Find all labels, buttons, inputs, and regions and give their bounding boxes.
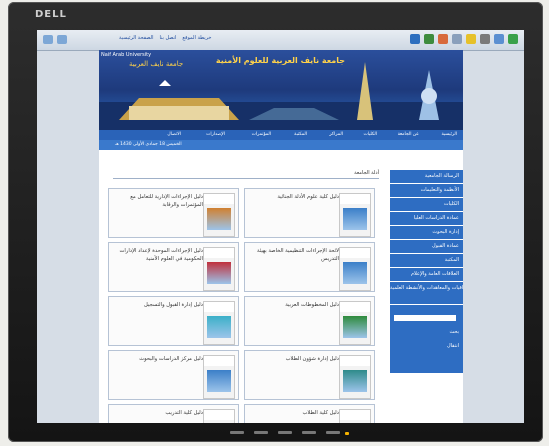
guide-card-title: دليل الإجراءات الإدارية للتعامل مع المؤت…: [130, 194, 203, 208]
refresh-icon[interactable]: [410, 34, 420, 44]
sidebar: الرسالة الجامعية الأنظمة والتعليمات الكل…: [390, 170, 463, 373]
settings-icon[interactable]: [480, 34, 490, 44]
browser-link[interactable]: الصفحة الرئيسية: [119, 35, 154, 41]
guide-card-title: دليل الإجراءات الموحدة لإعداد الإدارات ا…: [119, 248, 203, 262]
guide-card[interactable]: دليل إدارة القبول والتسجيل: [108, 296, 239, 346]
monitor-button[interactable]: [302, 431, 316, 434]
main-nav: الرئيسية عن الجامعة الكليات المراكز المك…: [99, 130, 463, 140]
web-page: Naif Arab University جامعة نايف العربية …: [99, 50, 463, 423]
guide-card-title: دليل إدارة شؤون الطلاب: [285, 356, 339, 362]
nav-item[interactable]: الكليات: [363, 132, 377, 137]
guide-card[interactable]: دليل كلية التدريب: [108, 404, 239, 423]
guide-cover-image: [339, 355, 371, 399]
guide-card[interactable]: لائحة الإجراءات التنظيمية الخاصة بهيئة ا…: [244, 242, 375, 292]
sidebar-search: بحث انتقال: [390, 305, 463, 373]
search-input[interactable]: [394, 315, 456, 321]
guide-cover-image: [203, 301, 235, 345]
monitor-button[interactable]: [278, 431, 292, 434]
nav-item[interactable]: الإصدارات: [206, 132, 225, 137]
guide-cover-image: [339, 301, 371, 345]
guide-cover-image: [203, 247, 235, 291]
section-heading: أدلة الجامعة: [113, 170, 379, 179]
guide-card-title: لائحة الإجراءات التنظيمية الخاصة بهيئة ا…: [256, 248, 339, 262]
guide-cover-image: [339, 247, 371, 291]
guide-cover-image: [339, 409, 371, 423]
forward-icon[interactable]: [57, 35, 67, 44]
site-title: جامعة نايف العربية للعلوم الأمنية: [215, 56, 345, 65]
section-title: أدلة الجامعة: [354, 170, 379, 176]
banner-subtitle: Naif Arab University: [101, 52, 152, 58]
date-text: الخميس 18 جمادى الأولى 1430 هـ: [115, 142, 182, 147]
sidebar-item[interactable]: الرسالة الجامعية: [390, 170, 463, 183]
monitor-button[interactable]: [230, 431, 244, 434]
sidebar-item[interactable]: عمادة الدراسات العليا: [390, 212, 463, 225]
power-led: [345, 432, 349, 435]
sidebar-item[interactable]: عمادة القبول: [390, 240, 463, 253]
globe-icon[interactable]: [494, 34, 504, 44]
browser-links: الصفحة الرئيسية اتصل بنا خريطة الموقع: [119, 35, 211, 41]
browser-link[interactable]: اتصل بنا: [160, 35, 177, 41]
guide-card[interactable]: دليل المخطوطات العربية: [244, 296, 375, 346]
toolbar-icons: [410, 34, 518, 44]
help-icon[interactable]: [508, 34, 518, 44]
monitor-buttons: [230, 431, 350, 435]
sidebar-item[interactable]: إدارة البحوث: [390, 226, 463, 239]
guide-card-title: دليل كلية الطلاب: [302, 410, 339, 416]
nav-item[interactable]: عن الجامعة: [398, 132, 419, 137]
guide-card[interactable]: دليل الإجراءات الإدارية للتعامل مع المؤت…: [108, 188, 239, 238]
guide-card-title: دليل إدارة القبول والتسجيل: [144, 302, 203, 308]
guide-card-title: دليل كلية التدريب: [165, 410, 203, 416]
guide-card[interactable]: دليل كلية علوم الأدلة الجنائية: [244, 188, 375, 238]
mail-icon[interactable]: [438, 34, 448, 44]
browser-link[interactable]: خريطة الموقع: [182, 35, 211, 41]
monitor-button[interactable]: [254, 431, 268, 434]
guide-card[interactable]: دليل إدارة شؤون الطلاب: [244, 350, 375, 400]
nav-item[interactable]: الاتصال: [167, 132, 181, 137]
back-icon[interactable]: [43, 35, 53, 44]
nav-item[interactable]: الرئيسية: [442, 132, 458, 137]
guide-cover-image: [203, 409, 235, 423]
guide-card-title: دليل كلية علوم الأدلة الجنائية: [277, 194, 339, 200]
guide-card[interactable]: دليل مركز الدراسات والبحوث: [108, 350, 239, 400]
browser-nav-buttons: [43, 35, 67, 44]
guide-card-title: دليل المخطوطات العربية: [285, 302, 339, 308]
sidebar-item[interactable]: الكليات: [390, 198, 463, 211]
nav-item[interactable]: المكتبة: [294, 132, 307, 137]
print-icon[interactable]: [452, 34, 462, 44]
home-icon[interactable]: [424, 34, 434, 44]
sidebar-item[interactable]: الإتفاقيات والمعاهدات والأنشطة العلمية: [390, 282, 463, 304]
monitor-button[interactable]: [326, 431, 340, 434]
site-tagline: جامعة نايف العربية: [129, 60, 184, 68]
search-label: بحث: [449, 329, 459, 335]
star-icon[interactable]: [466, 34, 476, 44]
nav-item[interactable]: المؤتمرات: [252, 132, 271, 137]
guide-cover-image: [203, 355, 235, 399]
monitor-brand-logo: DELL: [35, 9, 67, 20]
nav-item[interactable]: المراكز: [329, 132, 343, 137]
sidebar-item[interactable]: المكتبة: [390, 254, 463, 267]
sidebar-item[interactable]: الأنظمة والتعليمات: [390, 184, 463, 197]
guide-card-title: دليل مركز الدراسات والبحوث: [139, 356, 203, 362]
guide-card[interactable]: دليل الإجراءات الموحدة لإعداد الإدارات ا…: [108, 242, 239, 292]
site-banner: Naif Arab University جامعة نايف العربية …: [99, 50, 463, 130]
date-bar: الخميس 18 جمادى الأولى 1430 هـ: [99, 140, 463, 150]
browser-screen: الصفحة الرئيسية اتصل بنا خريطة الموقع Na…: [37, 30, 524, 423]
search-go-button[interactable]: انتقال: [394, 343, 459, 349]
guide-cover-image: [339, 193, 371, 237]
guide-cover-image: [203, 193, 235, 237]
browser-toolbar: الصفحة الرئيسية اتصل بنا خريطة الموقع: [37, 30, 524, 51]
guide-card[interactable]: دليل كلية الطلاب: [244, 404, 375, 423]
sidebar-item[interactable]: العلاقات العامة والإعلام: [390, 268, 463, 281]
